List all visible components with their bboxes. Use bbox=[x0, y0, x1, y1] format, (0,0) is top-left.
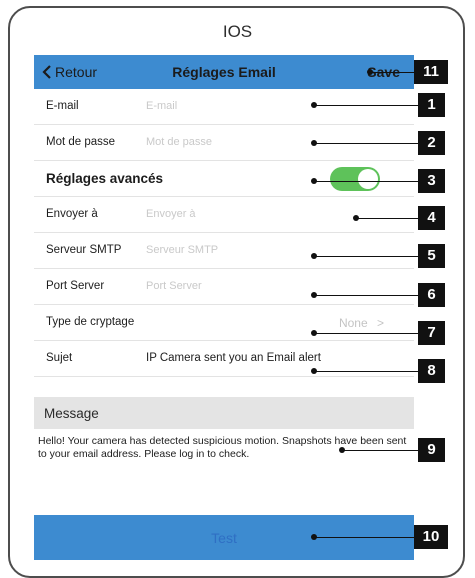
callout-line bbox=[314, 143, 418, 144]
smtp-server-row: Serveur SMTP Serveur SMTP bbox=[34, 233, 414, 269]
callout-line bbox=[314, 371, 418, 372]
port-server-row: Port Server Port Server bbox=[34, 269, 414, 305]
email-field[interactable]: E-mail bbox=[146, 100, 177, 112]
callout-line bbox=[314, 181, 418, 182]
callout-badge-8: 8 bbox=[418, 359, 445, 383]
callout-badge-5: 5 bbox=[418, 244, 445, 268]
callout-badge-4: 4 bbox=[418, 206, 445, 230]
port-server-field[interactable]: Port Server bbox=[146, 280, 202, 292]
callout-dot bbox=[311, 330, 317, 336]
callout-badge-10: 10 bbox=[414, 525, 448, 549]
callout-badge-9: 9 bbox=[418, 438, 445, 462]
callout-dot bbox=[311, 253, 317, 259]
message-section-header: Message bbox=[34, 397, 414, 429]
callout-badge-7: 7 bbox=[418, 321, 445, 345]
message-textarea[interactable]: Hello! Your camera has detected suspicio… bbox=[38, 435, 408, 461]
callout-line bbox=[314, 256, 418, 257]
advanced-settings-label: Réglages avancés bbox=[46, 171, 164, 186]
callout-dot bbox=[311, 292, 317, 298]
callout-line bbox=[370, 72, 414, 73]
callout-badge-6: 6 bbox=[418, 283, 445, 307]
subject-label: Sujet bbox=[46, 352, 73, 364]
callout-dot bbox=[311, 140, 317, 146]
callout-dot bbox=[311, 178, 317, 184]
callout-badge-3: 3 bbox=[418, 169, 445, 193]
callout-line bbox=[314, 537, 414, 538]
encryption-value-text: None bbox=[338, 316, 368, 330]
callout-line bbox=[342, 450, 418, 451]
test-button-label: Test bbox=[211, 530, 237, 546]
encryption-label: Type de cryptage bbox=[46, 316, 135, 328]
callout-badge-1: 1 bbox=[418, 93, 445, 117]
os-label: IOS bbox=[222, 22, 253, 41]
callout-dot bbox=[311, 534, 317, 540]
callout-badge-11: 11 bbox=[414, 60, 448, 84]
encryption-row[interactable]: Type de cryptage None > bbox=[34, 305, 414, 341]
smtp-server-field[interactable]: Serveur SMTP bbox=[146, 244, 218, 256]
email-row: E-mail E-mail bbox=[34, 89, 414, 125]
callout-dot bbox=[311, 368, 317, 374]
password-label: Mot de passe bbox=[46, 136, 116, 148]
send-to-field[interactable]: Envoyer à bbox=[146, 208, 196, 220]
send-to-label: Envoyer à bbox=[46, 208, 98, 220]
toggle-knob bbox=[358, 169, 378, 189]
password-field[interactable]: Mot de passe bbox=[146, 136, 212, 148]
chevron-right-icon: > bbox=[376, 316, 384, 330]
smtp-server-label: Serveur SMTP bbox=[46, 244, 122, 256]
callout-dot bbox=[311, 102, 317, 108]
message-header-label: Message bbox=[44, 406, 99, 421]
callout-line bbox=[314, 105, 418, 106]
phone-screen: Retour Réglages Email Save E-mail E-mail… bbox=[34, 55, 414, 560]
callout-dot bbox=[367, 69, 373, 75]
callout-dot bbox=[353, 215, 359, 221]
subject-field[interactable]: IP Camera sent you an Email alert bbox=[146, 352, 321, 364]
encryption-value: None > bbox=[339, 316, 384, 330]
page-title: Réglages Email bbox=[172, 64, 276, 80]
advanced-settings-row: Réglages avancés bbox=[34, 161, 414, 197]
callout-badge-2: 2 bbox=[418, 131, 445, 155]
port-server-label: Port Server bbox=[46, 280, 105, 292]
callout-line bbox=[314, 333, 418, 334]
callout-line bbox=[314, 295, 418, 296]
navigation-bar: Retour Réglages Email Save bbox=[34, 55, 414, 89]
callout-line bbox=[356, 218, 418, 219]
advanced-settings-toggle[interactable] bbox=[330, 167, 380, 191]
callout-dot bbox=[339, 447, 345, 453]
email-label: E-mail bbox=[46, 100, 79, 112]
